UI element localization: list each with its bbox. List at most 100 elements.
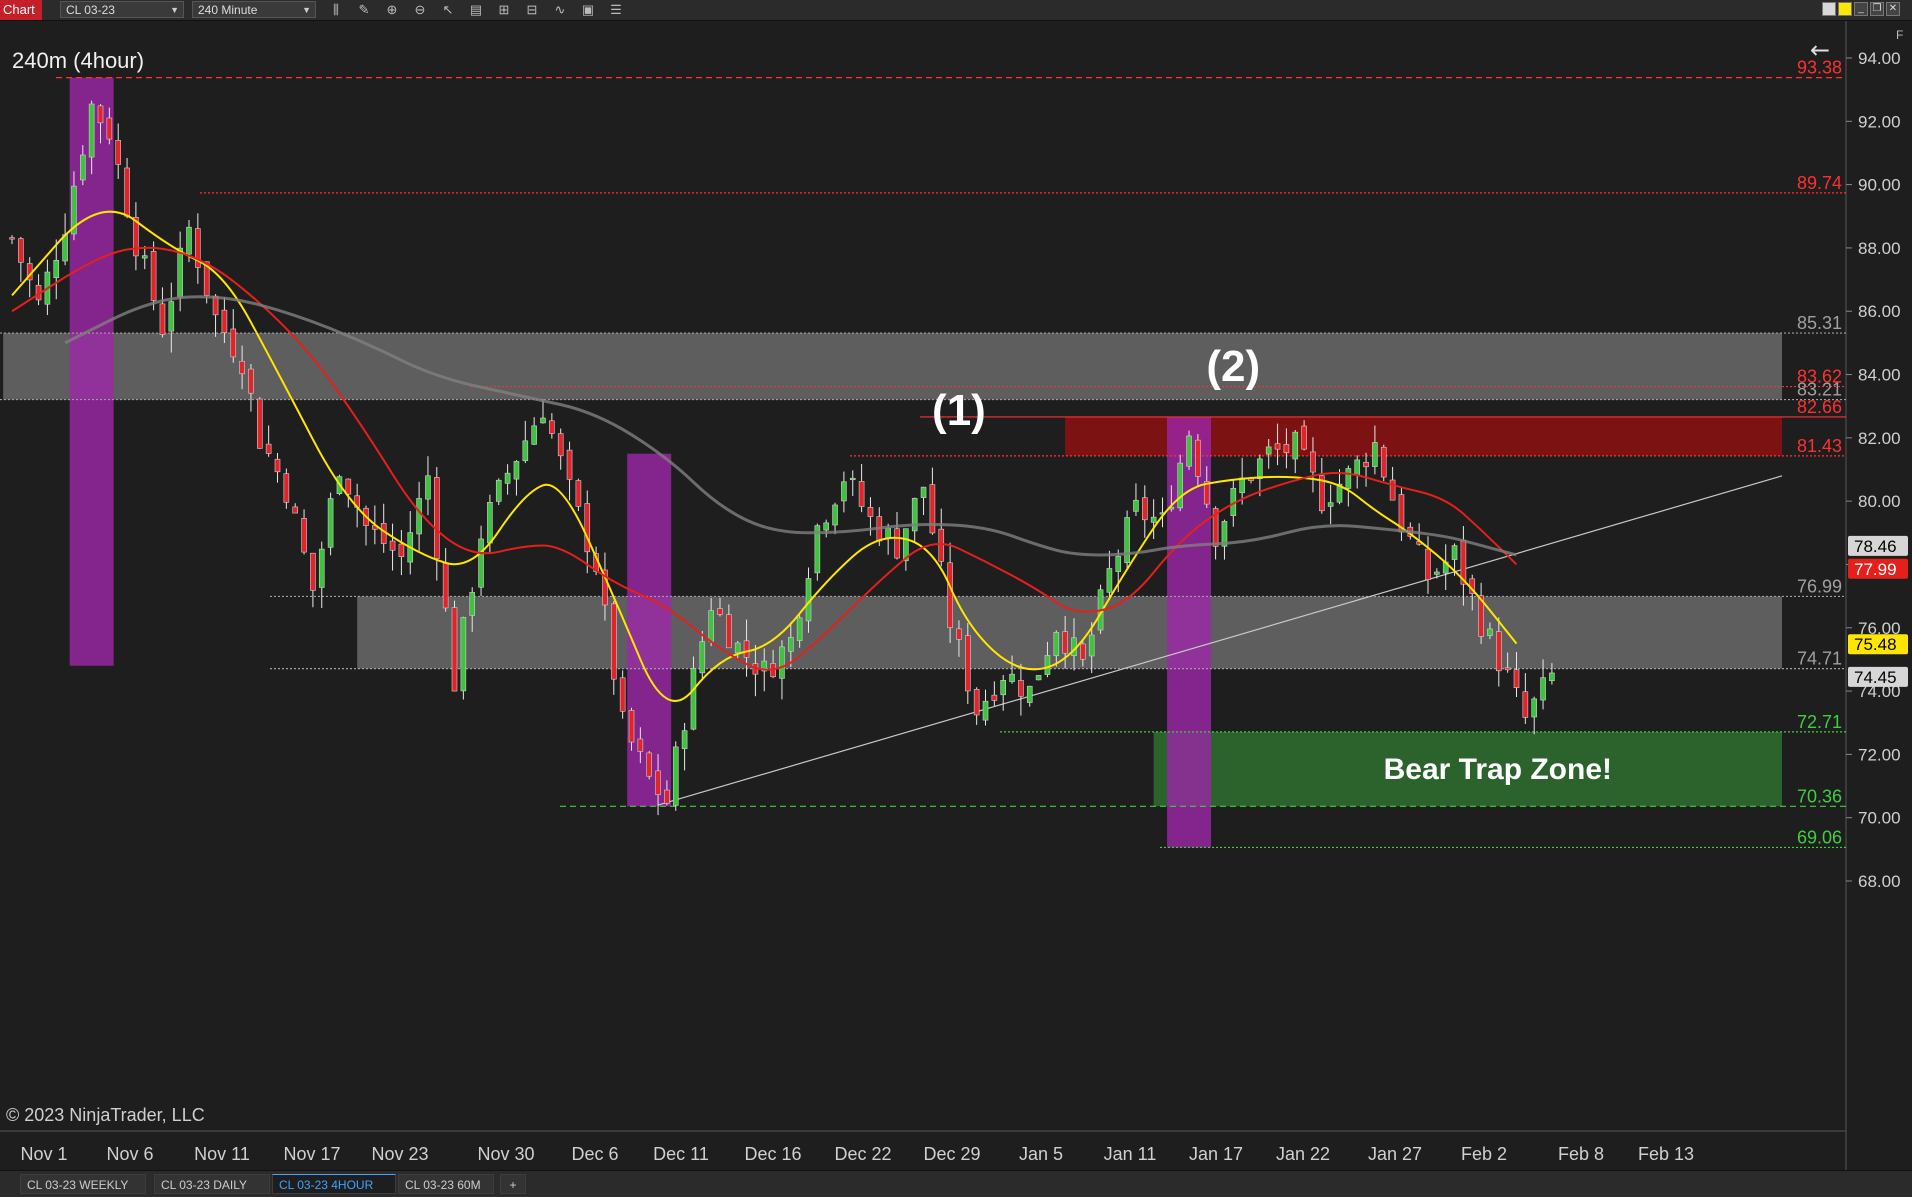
instrument-value: CL 03-23 [66,3,115,17]
draw-icon[interactable]: ✎ [356,2,372,18]
candle-body [681,730,688,750]
candle-body [186,226,192,255]
candle-body [1380,446,1387,478]
candle-body [938,528,945,562]
candle-body [1035,675,1042,681]
y-tick-label-4: 86.00 [1858,302,1901,321]
indicator-icon[interactable]: ∿ [552,2,568,18]
candle-body [832,504,838,526]
time-axis: Nov 1 Nov 6 Nov 11 Nov 17 Nov 23 Nov 30 Dec 6 D… [20,1144,1694,1164]
candle-body [451,607,458,692]
candle-body [672,746,679,806]
minimize-icon[interactable]: _ [1854,2,1868,16]
chart-window-label[interactable]: Chart [0,0,42,20]
y-tick-label-12: 70.00 [1858,809,1901,828]
candle-body [549,420,555,434]
candle-body [1363,462,1369,468]
candle-body [920,486,927,498]
templates-icon[interactable]: ▣ [580,2,596,18]
candle-body [97,105,104,124]
data-box-icon[interactable]: ▤ [468,2,484,18]
candle-body [504,472,511,484]
candle-body [469,592,476,616]
chevron-down-icon: ▼ [302,5,311,15]
zoom-in-icon[interactable]: ⊕ [384,2,400,18]
instrument-selector[interactable]: CL 03-23 ▼ [60,1,184,18]
x-tick-label-18: Feb 13 [1638,1144,1694,1164]
candle-body [734,642,741,654]
candle-body [717,608,723,615]
candle-body [1327,502,1334,507]
candle-body [1088,634,1095,657]
candle-body [823,522,830,531]
pointer-icon[interactable]: ↖ [440,2,456,18]
list-icon[interactable]: ☰ [608,2,624,18]
candle-body [964,635,971,692]
bottom-tab-bar: CL 03-23 WEEKLY CL 03-23 DAILY CL 03-23 … [0,1170,1912,1197]
candle-body [18,238,24,263]
candle-body [849,477,856,481]
level-label-2: 85.31 [1797,313,1842,333]
candle-body [416,498,422,535]
candle-body [1301,425,1307,450]
candle-body [513,461,520,480]
y-tick-label-0: 94.00 [1858,49,1901,68]
gray-link-icon[interactable] [1822,2,1836,16]
restore-icon[interactable]: ❐ [1870,2,1884,16]
tab-daily[interactable]: CL 03-23 DAILY [154,1174,270,1194]
candle-body [779,646,785,679]
candle-body [1106,568,1113,593]
candle-body [1549,672,1555,682]
candle-body [9,237,15,240]
candle-body [858,481,865,507]
price-chart[interactable]: Bear Trap Zone! 93.3889.7485.3183.6283.2… [0,21,1912,1170]
y-tick-label-3: 88.00 [1858,239,1901,258]
yellow-link-icon[interactable] [1838,2,1852,16]
candle-body [1257,458,1263,479]
candle-body [610,603,617,680]
x-tick-label-14: Jan 22 [1276,1144,1330,1164]
candle-body [345,478,352,495]
candle-body [1026,685,1033,703]
candle-body [841,481,847,502]
tab-4hour[interactable]: CL 03-23 4HOUR [272,1174,396,1194]
tab-weekly[interactable]: CL 03-23 WEEKLY [20,1174,146,1194]
strategy-icon[interactable]: ⊟ [524,2,540,18]
candle-body [1133,499,1139,512]
candle-body [283,473,290,503]
properties-icon[interactable]: ⊞ [496,2,512,18]
zoom-out-icon[interactable]: ⊖ [412,2,428,18]
candle-body [1345,468,1352,489]
back-arrow-icon[interactable]: ← [1810,36,1830,64]
chart-title: 240m (4hour) [12,48,144,73]
candle-body [557,433,564,457]
candle-body [1186,435,1192,467]
y-tick-label-5: 84.00 [1858,366,1901,385]
candle-body [168,301,175,332]
add-tab-button[interactable]: + [500,1174,526,1194]
chevron-down-icon: ▼ [170,5,179,15]
candle-body [124,167,130,217]
candle-body [150,251,157,301]
candle-body [53,259,60,279]
tab-60m[interactable]: CL 03-23 60M [398,1174,494,1194]
close-icon[interactable]: ✕ [1886,2,1900,16]
interval-selector[interactable]: 240 Minute ▼ [192,1,316,18]
candle-body [894,528,900,559]
y-tick-label-2: 90.00 [1858,176,1901,195]
candle-body [655,770,661,795]
candle-body [115,140,121,165]
panel-label[interactable]: F [1896,28,1903,42]
candle-body [628,710,635,743]
bar-style-icon[interactable]: ⫼ [328,2,344,18]
x-tick-label-7: Dec 11 [653,1144,709,1164]
candle-body [1425,548,1431,580]
candle-body [301,517,307,553]
copyright-text: © 2023 NinjaTrader, LLC [6,1105,205,1125]
price-marker-label-3: 74.45 [1854,668,1897,687]
candle-body [1504,667,1511,671]
candle-body [947,562,953,629]
chart-toolbar: Chart CL 03-23 ▼ 240 Minute ▼ ⫼ ✎ ⊕ ⊖ ↖ ▤ … [0,0,1912,21]
candle-body [478,538,484,588]
x-tick-label-6: Dec 6 [571,1144,618,1164]
